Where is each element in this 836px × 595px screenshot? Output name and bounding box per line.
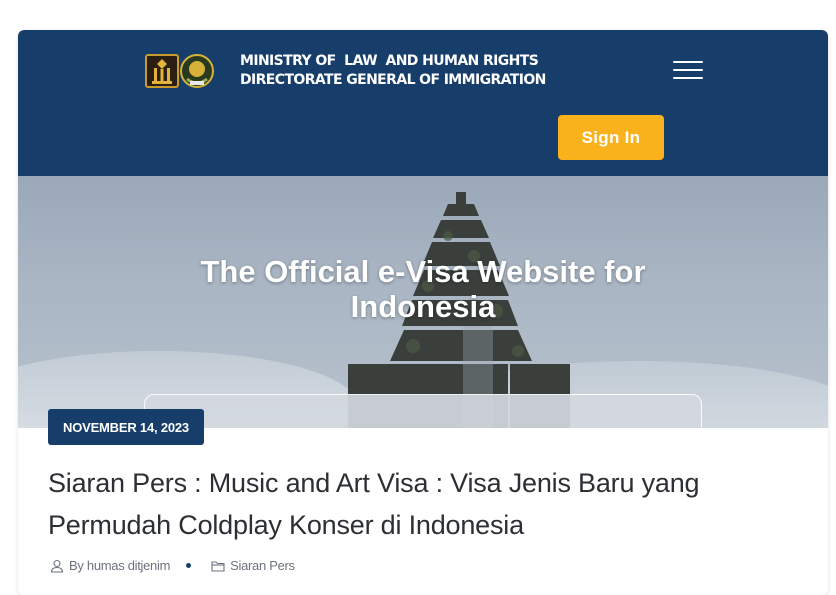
ministry-name-line2: DIRECTORATE GENERAL OF IMMIGRATION — [240, 72, 546, 88]
hamburger-icon[interactable] — [673, 61, 703, 83]
meta-separator — [186, 563, 192, 568]
post-title[interactable]: Siaran Pers : Music and Art Visa : Visa … — [48, 462, 788, 546]
post-card: MINISTRY OF LAW AND HUMAN RIGHTS DIRECTO… — [18, 30, 828, 595]
post-date-badge: NOVEMBER 14, 2023 — [48, 409, 204, 445]
ministry-name-line1: MINISTRY OF LAW AND HUMAN RIGHTS — [240, 53, 539, 69]
user-icon — [50, 559, 64, 573]
hero-title: The Official e-Visa Website for Indonesi… — [18, 254, 828, 324]
site-header: MINISTRY OF LAW AND HUMAN RIGHTS DIRECTO… — [18, 30, 828, 176]
logo[interactable] — [145, 53, 215, 89]
post-author-link[interactable]: By humas ditjenim — [69, 558, 170, 573]
ministry-name: MINISTRY OF LAW AND HUMAN RIGHTS DIRECTO… — [240, 52, 546, 90]
hero-title-line2: Indonesia — [350, 289, 496, 324]
folder-icon — [211, 560, 225, 572]
immigration-emblem-icon — [180, 54, 214, 88]
application-panel — [144, 394, 702, 428]
ministry-emblem-icon — [145, 54, 179, 88]
sign-in-button[interactable]: Sign In — [558, 115, 664, 160]
hero-title-line1: The Official e-Visa Website for — [200, 254, 646, 289]
post-category-link[interactable]: Siaran Pers — [230, 558, 295, 573]
post-meta: By humas ditjenim Siaran Pers — [50, 558, 295, 573]
hero-image: MINISTRY OF LAW AND HUMAN RIGHTS DIRECTO… — [18, 30, 828, 428]
